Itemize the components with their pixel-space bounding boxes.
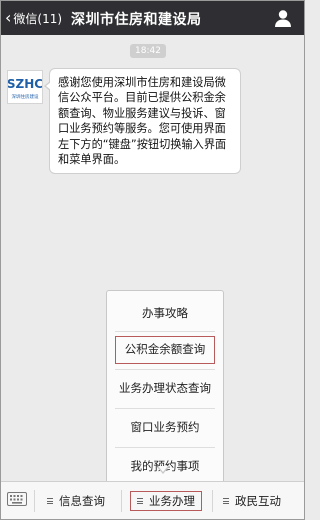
logo-subtext: 深圳住房建设 [12,93,39,100]
menu-divider [115,369,215,370]
menu-lines-icon [137,497,143,506]
back-button[interactable]: ‹ 微信(11) [5,8,62,28]
keyboard-icon[interactable] [7,492,27,506]
logo-text: SZHC [8,77,42,91]
account-avatar[interactable]: SZHC 深圳住房建设 [7,70,43,104]
back-label: 微信(11) [13,11,63,26]
chevron-left-icon: ‹ [5,8,12,27]
chat-area[interactable]: 18:42 SZHC 深圳住房建设 感谢您使用深圳市住房和建设局微信公众平台。目… [1,35,304,502]
menu-item-guide[interactable]: 办事攻略 [115,299,215,327]
tab-separator [212,490,213,512]
message-bubble: 感谢您使用深圳市住房和建设局微信公众平台。目前已提供公积金余额查询、物业服务建议… [44,68,241,175]
message-timestamp: 18:42 [130,44,166,58]
chat-title: 深圳市住房和建设局 [71,12,202,28]
message-text: 感谢您使用深圳市住房和建设局微信公众平台。目前已提供公积金余额查询、物业服务建议… [58,76,227,167]
top-bar: ‹ 微信(11) 深圳市住房和建设局 [1,1,304,35]
menu-item-window-booking[interactable]: 窗口业务预约 [115,413,215,441]
menu-divider [115,331,215,332]
menu-divider [115,447,215,448]
wechat-screen: ‹ 微信(11) 深圳市住房和建设局 18:42 SZHC 深圳住房建设 感谢您… [0,0,305,520]
tab-business[interactable]: 业务办理 [130,491,202,511]
menu-bar: 信息查询 业务办理 政民互动 [1,481,304,519]
popup-arrow-inner [158,466,168,472]
menu-lines-icon [47,497,53,506]
menu-lines-icon [223,497,229,506]
person-icon[interactable] [272,7,294,29]
menu-item-status-query[interactable]: 业务办理状态查询 [115,374,215,402]
tab-label: 业务办理 [149,494,195,508]
tab-separator [121,490,122,512]
szhc-logo: SZHC 深圳住房建设 [7,77,43,100]
menu-item-fund-balance[interactable]: 公积金余额查询 [115,336,215,364]
tab-interaction[interactable]: 政民互动 [223,491,281,511]
tab-label: 政民互动 [235,494,281,508]
tab-separator [34,490,35,512]
tab-info-query[interactable]: 信息查询 [47,491,105,511]
tab-label: 信息查询 [59,494,105,508]
menu-divider [115,408,215,409]
